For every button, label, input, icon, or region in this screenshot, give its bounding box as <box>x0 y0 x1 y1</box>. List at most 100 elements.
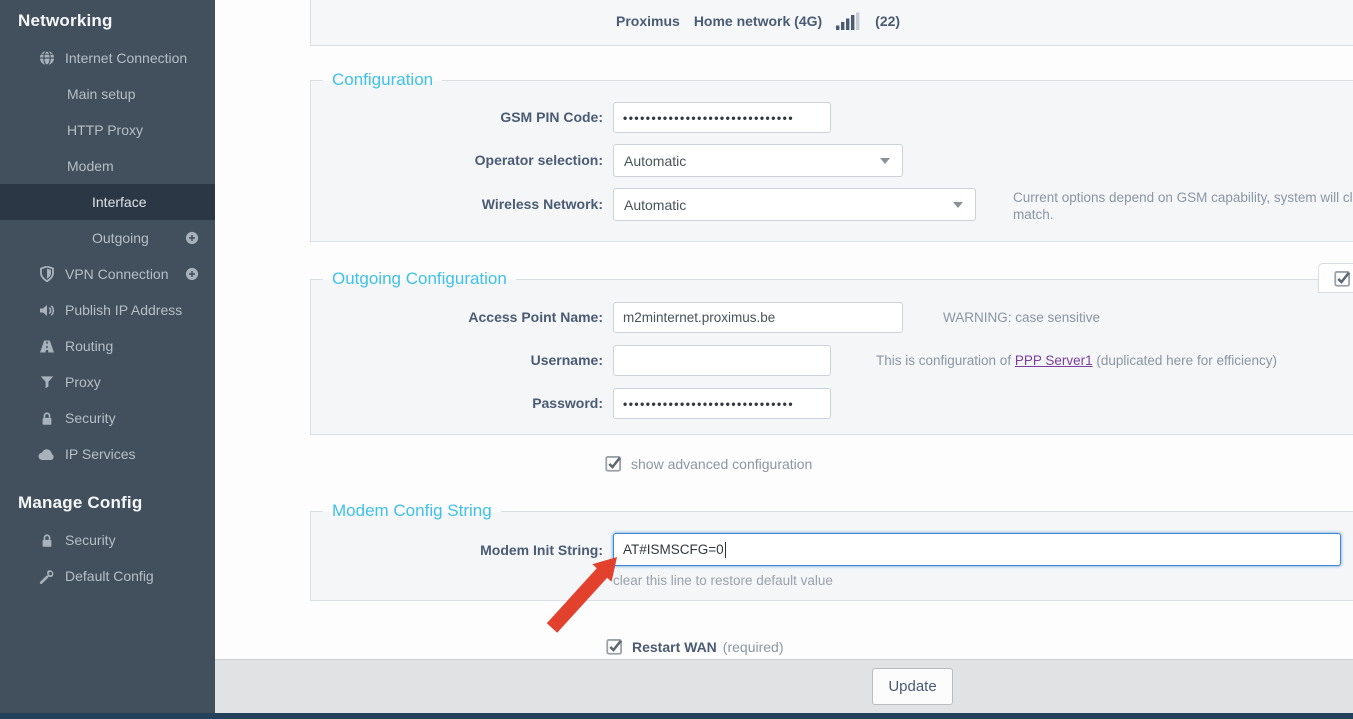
help-line-2: match. <box>1013 206 1353 223</box>
wireless-network-value: Automatic <box>624 197 686 213</box>
configuration-fieldset: Configuration GSM PIN Code: ••••••••••••… <box>310 81 1353 242</box>
ppp-note-prefix: This is configuration of <box>876 353 1015 368</box>
road-icon <box>38 339 55 354</box>
globe-icon <box>38 50 55 66</box>
signal-value: (22) <box>875 13 900 29</box>
sidebar-item-security[interactable]: Security <box>0 400 215 436</box>
sidebar-item-label: Routing <box>65 338 113 354</box>
enable-checkbox[interactable] <box>1334 270 1351 287</box>
action-bar: Update <box>215 659 1353 713</box>
show-advanced-label: show advanced configuration <box>631 456 812 472</box>
sidebar-item-label: Internet Connection <box>65 50 187 66</box>
show-advanced-checkbox[interactable] <box>605 455 622 472</box>
modem-config-string-legend: Modem Config String <box>310 501 1353 521</box>
shield-icon <box>38 266 55 282</box>
sidebar-item-label: HTTP Proxy <box>67 122 143 138</box>
legend-line <box>310 279 323 280</box>
sidebar-item-proxy[interactable]: Proxy <box>0 364 215 400</box>
sidebar-item-routing[interactable]: Routing <box>0 328 215 364</box>
show-advanced-row: show advanced configuration <box>605 455 812 472</box>
network-name: Home network (4G) <box>694 13 822 29</box>
restart-wan-label: Restart WAN <box>632 639 717 655</box>
modem-config-string-fieldset: Modem Config String Modem Init String: A… <box>310 512 1353 601</box>
sidebar-item-vpn-connection[interactable]: VPN Connection <box>0 256 215 292</box>
ppp-note-suffix: (duplicated here for efficiency) <box>1093 353 1277 368</box>
sidebar-item-label: Security <box>65 410 116 426</box>
update-button[interactable]: Update <box>872 668 953 705</box>
legend-line <box>516 279 1353 280</box>
operator-selection-value: Automatic <box>624 153 686 169</box>
expand-plus-icon[interactable] <box>185 231 199 245</box>
modem-init-string-input[interactable]: AT#ISMSCFG=0 <box>613 533 1341 566</box>
network-status-row: Proximus Home network (4G) (22) <box>616 0 900 44</box>
operator-selection-label: Operator selection: <box>311 144 603 177</box>
wireless-network-help: Current options depend on GSM capability… <box>1013 189 1353 223</box>
username-label: Username: <box>311 345 603 376</box>
sidebar-item-label: Proxy <box>65 374 101 390</box>
chevron-down-icon <box>880 158 890 164</box>
wireless-network-select[interactable]: Automatic <box>613 188 976 221</box>
legend-title: Modem Config String <box>323 501 501 521</box>
wrench-icon <box>38 569 55 584</box>
cloud-icon <box>38 448 55 461</box>
modem-interface-page: Networking Internet Connection Main setu… <box>0 0 1353 719</box>
restart-wan-row: Restart WAN (required) <box>606 638 784 655</box>
sidebar-item-label: Modem <box>67 158 114 174</box>
status-panel: Proximus Home network (4G) (22) <box>310 0 1353 46</box>
legend-line <box>501 511 1353 512</box>
password-masked-value: •••••••••••••••••••••••••••••• <box>623 397 794 411</box>
operator-name: Proximus <box>616 13 680 29</box>
operator-selection-select[interactable]: Automatic <box>613 144 903 177</box>
access-point-name-label: Access Point Name: <box>311 302 603 333</box>
sidebar-item-label: Outgoing <box>92 230 149 246</box>
sidebar-item-publish-ip-address[interactable]: Publish IP Address <box>0 292 215 328</box>
sidebar-item-label: Default Config <box>65 568 154 584</box>
password-label: Password: <box>311 388 603 419</box>
apn-warning-text: WARNING: case sensitive <box>943 302 1100 333</box>
bottom-navy-strip <box>0 713 1353 719</box>
chevron-down-icon <box>953 202 963 208</box>
sidebar: Networking Internet Connection Main setu… <box>0 0 215 713</box>
sidebar-item-manage-security[interactable]: Security <box>0 522 215 558</box>
legend-line <box>442 80 1353 81</box>
gsm-pin-masked-value: •••••••••••••••••••••••••••••• <box>623 111 794 125</box>
outgoing-configuration-fieldset: Outgoing Configuration E Access Point Na… <box>310 280 1353 435</box>
enable-checkbox-panel: E <box>1318 263 1353 293</box>
password-input[interactable]: •••••••••••••••••••••••••••••• <box>613 388 831 419</box>
filter-icon <box>38 375 55 389</box>
modem-init-string-value: AT#ISMSCFG=0 <box>623 542 724 557</box>
sidebar-item-outgoing[interactable]: Outgoing <box>0 220 215 256</box>
sidebar-item-main-setup[interactable]: Main setup <box>0 76 215 112</box>
sidebar-section-networking: Networking <box>0 0 215 40</box>
sidebar-section-manage-config: Manage Config <box>0 472 215 522</box>
modem-init-string-help: clear this line to restore default value <box>613 573 833 588</box>
lock-icon <box>38 411 55 426</box>
sidebar-item-label: Interface <box>92 194 146 210</box>
sidebar-item-interface[interactable]: Interface <box>0 184 215 220</box>
expand-plus-icon[interactable] <box>185 267 199 281</box>
username-input[interactable] <box>613 345 831 376</box>
lock-icon <box>38 533 55 548</box>
access-point-name-input[interactable]: m2minternet.proximus.be <box>613 302 903 333</box>
gsm-pin-input[interactable]: •••••••••••••••••••••••••••••• <box>613 102 831 133</box>
wireless-network-label: Wireless Network: <box>311 188 603 221</box>
ppp-note: This is configuration of PPP Server1 (du… <box>876 345 1277 376</box>
sidebar-item-label: Main setup <box>67 86 135 102</box>
signal-bars-icon <box>836 12 861 30</box>
sidebar-item-ip-services[interactable]: IP Services <box>0 436 215 472</box>
sidebar-item-internet-connection[interactable]: Internet Connection <box>0 40 215 76</box>
sidebar-item-default-config[interactable]: Default Config <box>0 558 215 594</box>
ppp-server1-link[interactable]: PPP Server1 <box>1015 353 1093 368</box>
outgoing-configuration-legend: Outgoing Configuration <box>310 269 1353 289</box>
legend-title: Configuration <box>323 70 442 90</box>
sidebar-item-modem[interactable]: Modem <box>0 148 215 184</box>
sidebar-item-label: Publish IP Address <box>65 302 182 318</box>
access-point-name-value: m2minternet.proximus.be <box>623 310 775 325</box>
legend-line <box>310 511 323 512</box>
sidebar-item-label: IP Services <box>65 446 136 462</box>
restart-wan-checkbox[interactable] <box>606 638 623 655</box>
legend-line <box>310 80 323 81</box>
gsm-pin-label: GSM PIN Code: <box>311 102 603 133</box>
configuration-legend: Configuration <box>310 70 1353 90</box>
sidebar-item-http-proxy[interactable]: HTTP Proxy <box>0 112 215 148</box>
